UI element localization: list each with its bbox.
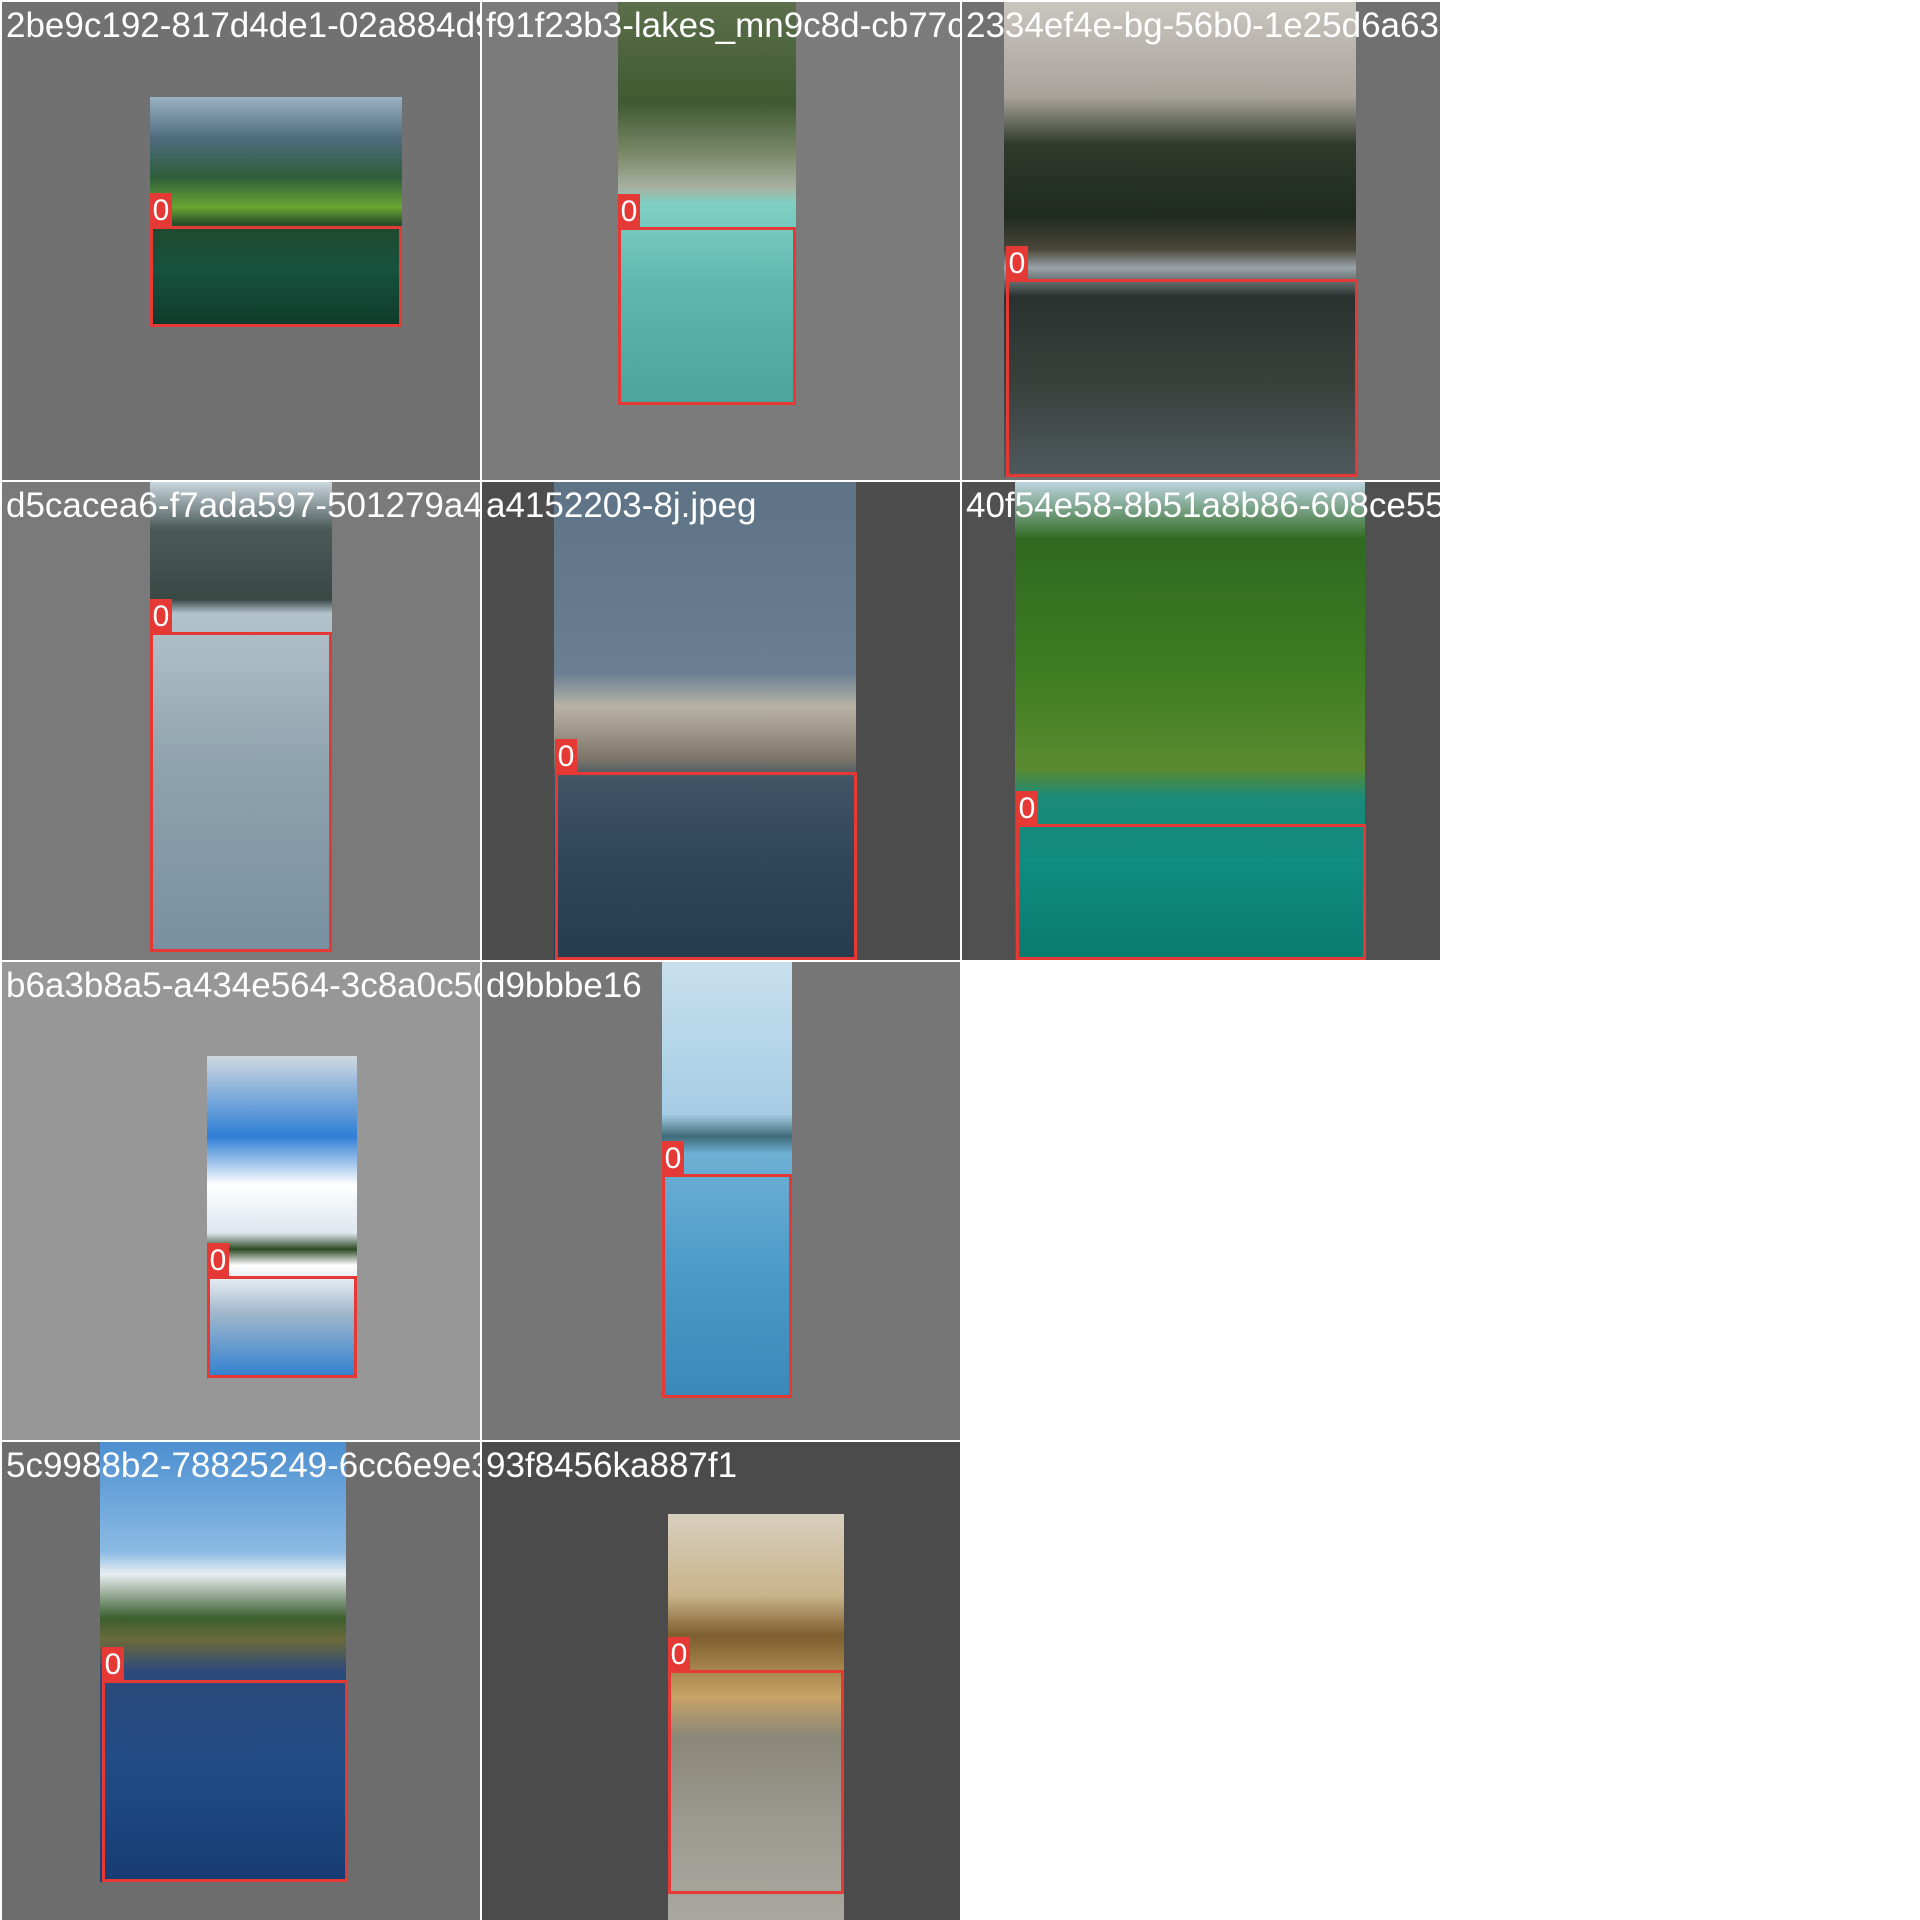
water-bounding-box[interactable]: 0 xyxy=(207,1243,357,1378)
water-bounding-box[interactable]: 0 xyxy=(1006,246,1358,477)
water-bounding-box[interactable]: 0 xyxy=(618,194,796,405)
water-bounding-box[interactable]: 0 xyxy=(1016,791,1366,960)
water-bounding-box[interactable]: 0 xyxy=(668,1637,844,1894)
water-bounding-box[interactable]: 0 xyxy=(555,739,857,960)
class-tag: 0 xyxy=(662,1141,684,1177)
class-tag: 0 xyxy=(668,1637,690,1673)
image-filename: 93f8456ka887f1 xyxy=(486,1446,738,1485)
class-tag: 0 xyxy=(207,1243,229,1279)
class-tag: 0 xyxy=(1016,791,1038,827)
image-tile-2[interactable]: 0 f91f23b3-lakes_mn9c8d-cb77cb02 xyxy=(482,2,960,480)
class-tag: 0 xyxy=(102,1647,124,1683)
image-tile-5[interactable]: 0 a4152203-8j.jpeg xyxy=(482,482,960,960)
water-bounding-box[interactable]: 0 xyxy=(662,1141,792,1398)
image-tile-8[interactable]: 0 d9bbbe16 xyxy=(482,962,960,1440)
image-tile-1[interactable]: 0 2be9c192-817d4de1-02a884d9-5e37a3ffe95… xyxy=(2,2,480,480)
water-bounding-box[interactable]: 0 xyxy=(150,193,402,327)
water-bounding-box[interactable]: 0 xyxy=(150,599,332,952)
class-tag: 0 xyxy=(150,193,172,229)
image-tile-3[interactable]: 0 2334ef4e-bg-56b0-1e25d6a63-cabin-18511… xyxy=(962,2,1440,480)
image-tile-10[interactable]: 0 93f8456ka887f1 xyxy=(482,1442,960,1920)
image-filename: d9bbbe16 xyxy=(486,966,642,1005)
water-bounding-box[interactable]: 0 xyxy=(102,1647,348,1882)
image-tile-9[interactable]: 0 5c9988b2-78825249-6cc6e9e3f8456kpab87f… xyxy=(2,1442,480,1920)
image-tile-6[interactable]: 0 40f54e58-8b51a8b86-608ce554-landscape-… xyxy=(962,482,1440,960)
image-filename: 2be9c192-817d4de1-02a884d9-5e37a3ffe9589 xyxy=(6,6,480,45)
class-tag: 0 xyxy=(618,194,640,230)
class-tag: 0 xyxy=(555,739,577,775)
class-tag: 0 xyxy=(150,599,172,635)
class-tag: 0 xyxy=(1006,246,1028,282)
image-filename: b6a3b8a5-a434e564-3c8a0c50-lake-1609256_… xyxy=(6,966,480,1005)
image-tile-7[interactable]: 0 b6a3b8a5-a434e564-3c8a0c50-lake-160925… xyxy=(2,962,480,1440)
image-tile-4[interactable]: 0 d5cacea6-f7ada597-501279a4-images-e3d9… xyxy=(2,482,480,960)
